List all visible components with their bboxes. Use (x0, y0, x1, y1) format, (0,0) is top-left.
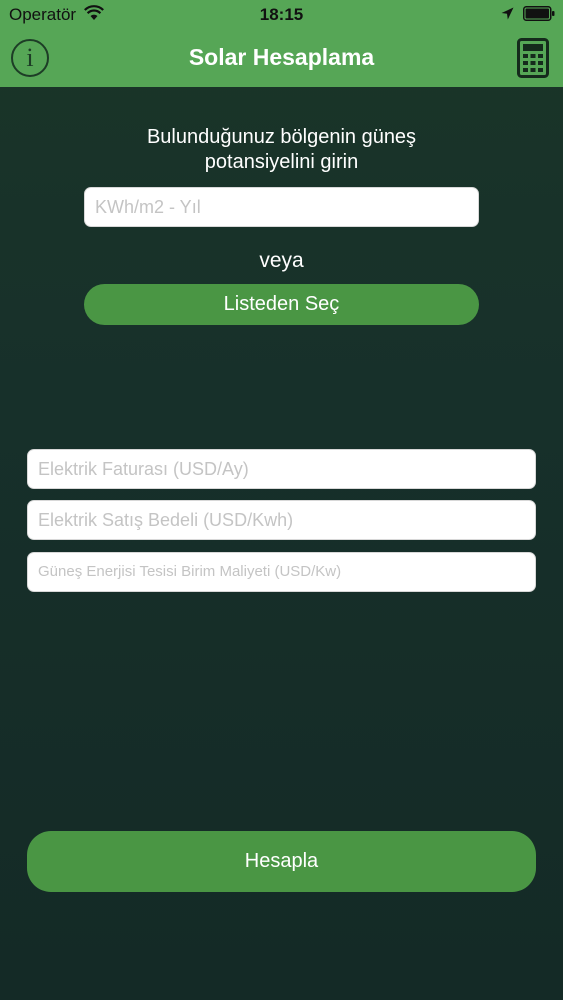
page-title: Solar Hesaplama (188, 44, 375, 70)
select-from-list-button[interactable]: Listeden Seç (84, 284, 479, 325)
battery-icon (523, 6, 555, 21)
clock: 18:15 (259, 5, 304, 24)
prompt-line-2: potansiyelini girin (204, 151, 359, 173)
solar-potential-prompt: Bulunduğunuz bölgenin güneş potansiyelin… (80, 125, 483, 175)
or-label: veya (259, 249, 304, 272)
calculate-button[interactable]: Hesapla (27, 831, 536, 892)
calculator-icon[interactable] (517, 38, 549, 78)
prompt-line-1: Bulunduğunuz bölgenin güneş (146, 126, 417, 148)
electricity-sale-price-input[interactable]: Elektrik Satış Bedeli (USD/Kwh) (27, 500, 536, 540)
electricity-bill-input[interactable]: Elektrik Faturası (USD/Ay) (27, 449, 536, 489)
status-bar: Operatör 18:15 (0, 0, 563, 30)
location-arrow-icon (501, 7, 514, 20)
solar-potential-input[interactable]: KWh/m2 - Yıl (84, 187, 479, 227)
solar-unit-cost-input[interactable]: Güneş Enerjisi Tesisi Birim Maliyeti (US… (27, 552, 536, 592)
